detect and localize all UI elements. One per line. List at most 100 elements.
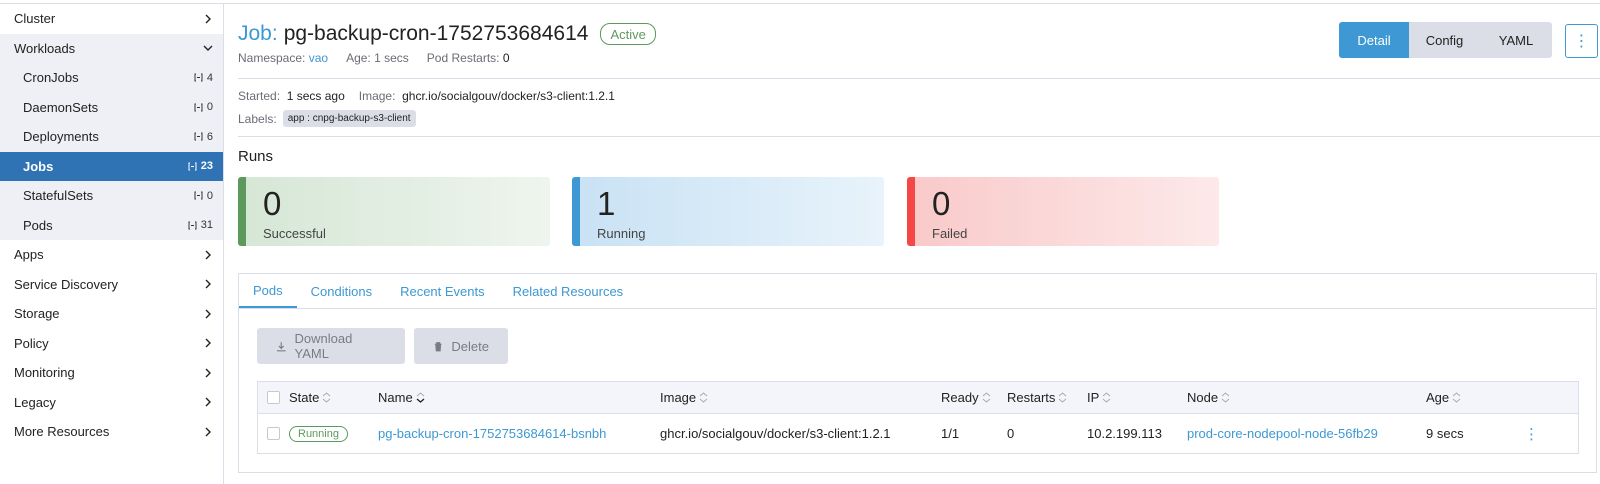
row-checkbox[interactable] bbox=[267, 427, 280, 440]
actions-menu-button[interactable]: ⋮ bbox=[1565, 24, 1598, 58]
column-age[interactable]: Age bbox=[1426, 390, 1461, 405]
status-badge: Running bbox=[289, 425, 348, 442]
sidebar-item-workloads[interactable]: Workloads bbox=[0, 33, 223, 63]
labels-info: Labels: app : cnpg-backup-s3-client bbox=[238, 110, 416, 127]
sidebar-item-cronjobs[interactable]: CronJobs 4 bbox=[0, 63, 223, 93]
tab-related-resources[interactable]: Related Resources bbox=[499, 274, 638, 308]
namespace-label: Namespace: bbox=[238, 51, 306, 65]
resource-count: 0 bbox=[194, 101, 213, 113]
column-ip[interactable]: IP bbox=[1087, 390, 1111, 405]
sidebar-item-monitoring[interactable]: Monitoring bbox=[0, 358, 223, 388]
sidebar-item-statefulsets[interactable]: StatefulSets 0 bbox=[0, 181, 223, 211]
tab-conditions[interactable]: Conditions bbox=[297, 274, 386, 308]
column-label: Node bbox=[1187, 390, 1219, 405]
count-value: 31 bbox=[200, 219, 213, 232]
image-value: ghcr.io/socialgouv/docker/s3-client:1.2.… bbox=[402, 89, 615, 103]
count-value: 0 bbox=[206, 189, 213, 202]
sidebar-item-cluster[interactable]: Cluster bbox=[0, 4, 223, 34]
pod-name-link[interactable]: pg-backup-cron-1752753684614-bsnbh bbox=[378, 426, 606, 441]
chevron-right-icon bbox=[203, 368, 213, 378]
column-ready[interactable]: Ready bbox=[941, 390, 991, 405]
sidebar-item-daemonsets[interactable]: DaemonSets 0 bbox=[0, 92, 223, 122]
tab-bar: Pods Conditions Recent Events Related Re… bbox=[239, 274, 1596, 309]
resource-meta: Namespace: vao Age: 1 secs Pod Restarts:… bbox=[238, 51, 510, 65]
select-all-checkbox[interactable] bbox=[267, 391, 280, 404]
started-label: Started: bbox=[238, 89, 281, 103]
chevron-right-icon bbox=[203, 250, 213, 260]
sidebar-item-pods[interactable]: Pods 31 bbox=[0, 210, 223, 240]
sidebar-item-label: Legacy bbox=[14, 394, 56, 410]
delete-label: Delete bbox=[451, 338, 489, 354]
pod-image: ghcr.io/socialgouv/docker/s3-client:1.2.… bbox=[660, 426, 891, 441]
tab-pods[interactable]: Pods bbox=[239, 274, 297, 308]
column-label: Name bbox=[378, 390, 413, 405]
count-value: 0 bbox=[206, 101, 213, 114]
sidebar-item-label: Policy bbox=[14, 335, 49, 351]
running-label: Running bbox=[597, 226, 646, 241]
job-info: Started: 1 secs ago Image: ghcr.io/socia… bbox=[238, 89, 615, 103]
row-menu-icon[interactable]: ⋮ bbox=[1524, 425, 1539, 443]
column-state[interactable]: State bbox=[289, 390, 331, 405]
status-badge: Active bbox=[600, 23, 656, 45]
resource-icon bbox=[188, 221, 197, 230]
resource-icon bbox=[194, 191, 203, 200]
count-value: 23 bbox=[200, 160, 213, 173]
resource-count: 0 bbox=[194, 190, 213, 202]
tabs-panel: Pods Conditions Recent Events Related Re… bbox=[238, 273, 1597, 473]
download-yaml-button[interactable]: Download YAML bbox=[257, 328, 405, 364]
detail-view-button[interactable]: Detail bbox=[1339, 22, 1409, 58]
sidebar-item-deployments[interactable]: Deployments 6 bbox=[0, 122, 223, 152]
column-restarts[interactable]: Restarts bbox=[1007, 390, 1067, 405]
resource-count: 31 bbox=[188, 219, 213, 231]
sidebar-item-storage[interactable]: Storage bbox=[0, 299, 223, 329]
page-title: Job: pg-backup-cron-1752753684614 Active bbox=[238, 22, 656, 46]
delete-button[interactable]: Delete bbox=[414, 328, 508, 364]
main-content: Job: pg-backup-cron-1752753684614 Active… bbox=[238, 0, 1600, 484]
column-label: IP bbox=[1087, 390, 1100, 405]
sort-icon bbox=[1452, 392, 1461, 403]
column-node[interactable]: Node bbox=[1187, 390, 1230, 405]
table-row[interactable]: Running pg-backup-cron-1752753684614-bsn… bbox=[258, 414, 1578, 453]
column-name[interactable]: Name bbox=[378, 390, 425, 405]
successful-label: Successful bbox=[263, 226, 326, 241]
labels-label: Labels: bbox=[238, 111, 277, 126]
failed-label: Failed bbox=[932, 226, 968, 241]
pod-ip: 10.2.199.113 bbox=[1087, 426, 1162, 441]
age-meta: Age: 1 secs bbox=[346, 51, 409, 65]
divider bbox=[238, 78, 1600, 79]
started-info: Started: 1 secs ago bbox=[238, 89, 345, 103]
resource-count: 6 bbox=[194, 131, 213, 143]
count-value: 6 bbox=[206, 130, 213, 143]
sort-desc-icon bbox=[416, 392, 425, 403]
resource-kind: Job: bbox=[238, 22, 278, 45]
resource-count: 23 bbox=[188, 160, 213, 172]
yaml-view-button[interactable]: YAML bbox=[1480, 22, 1552, 58]
restarts-meta: Pod Restarts: 0 bbox=[427, 51, 510, 65]
sidebar-item-jobs[interactable]: Jobs 23 bbox=[0, 151, 223, 181]
column-image[interactable]: Image bbox=[660, 390, 708, 405]
sort-icon bbox=[1221, 392, 1230, 403]
config-view-button[interactable]: Config bbox=[1409, 22, 1480, 58]
tab-recent-events[interactable]: Recent Events bbox=[386, 274, 499, 308]
label-chip: app : cnpg-backup-s3-client bbox=[282, 110, 416, 127]
namespace-link[interactable]: vao bbox=[309, 51, 328, 65]
sidebar-item-apps[interactable]: Apps bbox=[0, 240, 223, 270]
sidebar-item-label: Storage bbox=[14, 306, 60, 322]
count-value: 4 bbox=[206, 71, 213, 84]
node-link[interactable]: prod-core-nodepool-node-56fb29 bbox=[1187, 426, 1378, 441]
successful-count: 0 bbox=[263, 185, 282, 222]
download-yaml-label: Download YAML bbox=[294, 331, 353, 361]
sidebar-item-policy[interactable]: Policy bbox=[0, 329, 223, 359]
sidebar-item-legacy[interactable]: Legacy bbox=[0, 388, 223, 418]
running-runs-card: 1 Running bbox=[572, 177, 884, 246]
resource-name: pg-backup-cron-1752753684614 bbox=[283, 22, 589, 45]
sort-icon bbox=[699, 392, 708, 403]
view-switcher: Detail Config YAML bbox=[1339, 22, 1552, 58]
sort-icon bbox=[322, 392, 331, 403]
chevron-right-icon bbox=[203, 338, 213, 348]
chevron-right-icon bbox=[203, 397, 213, 407]
sidebar-item-more-resources[interactable]: More Resources bbox=[0, 417, 223, 447]
image-label: Image: bbox=[358, 89, 396, 103]
sidebar-item-label: CronJobs bbox=[23, 70, 79, 86]
sidebar-item-service-discovery[interactable]: Service Discovery bbox=[0, 270, 223, 300]
